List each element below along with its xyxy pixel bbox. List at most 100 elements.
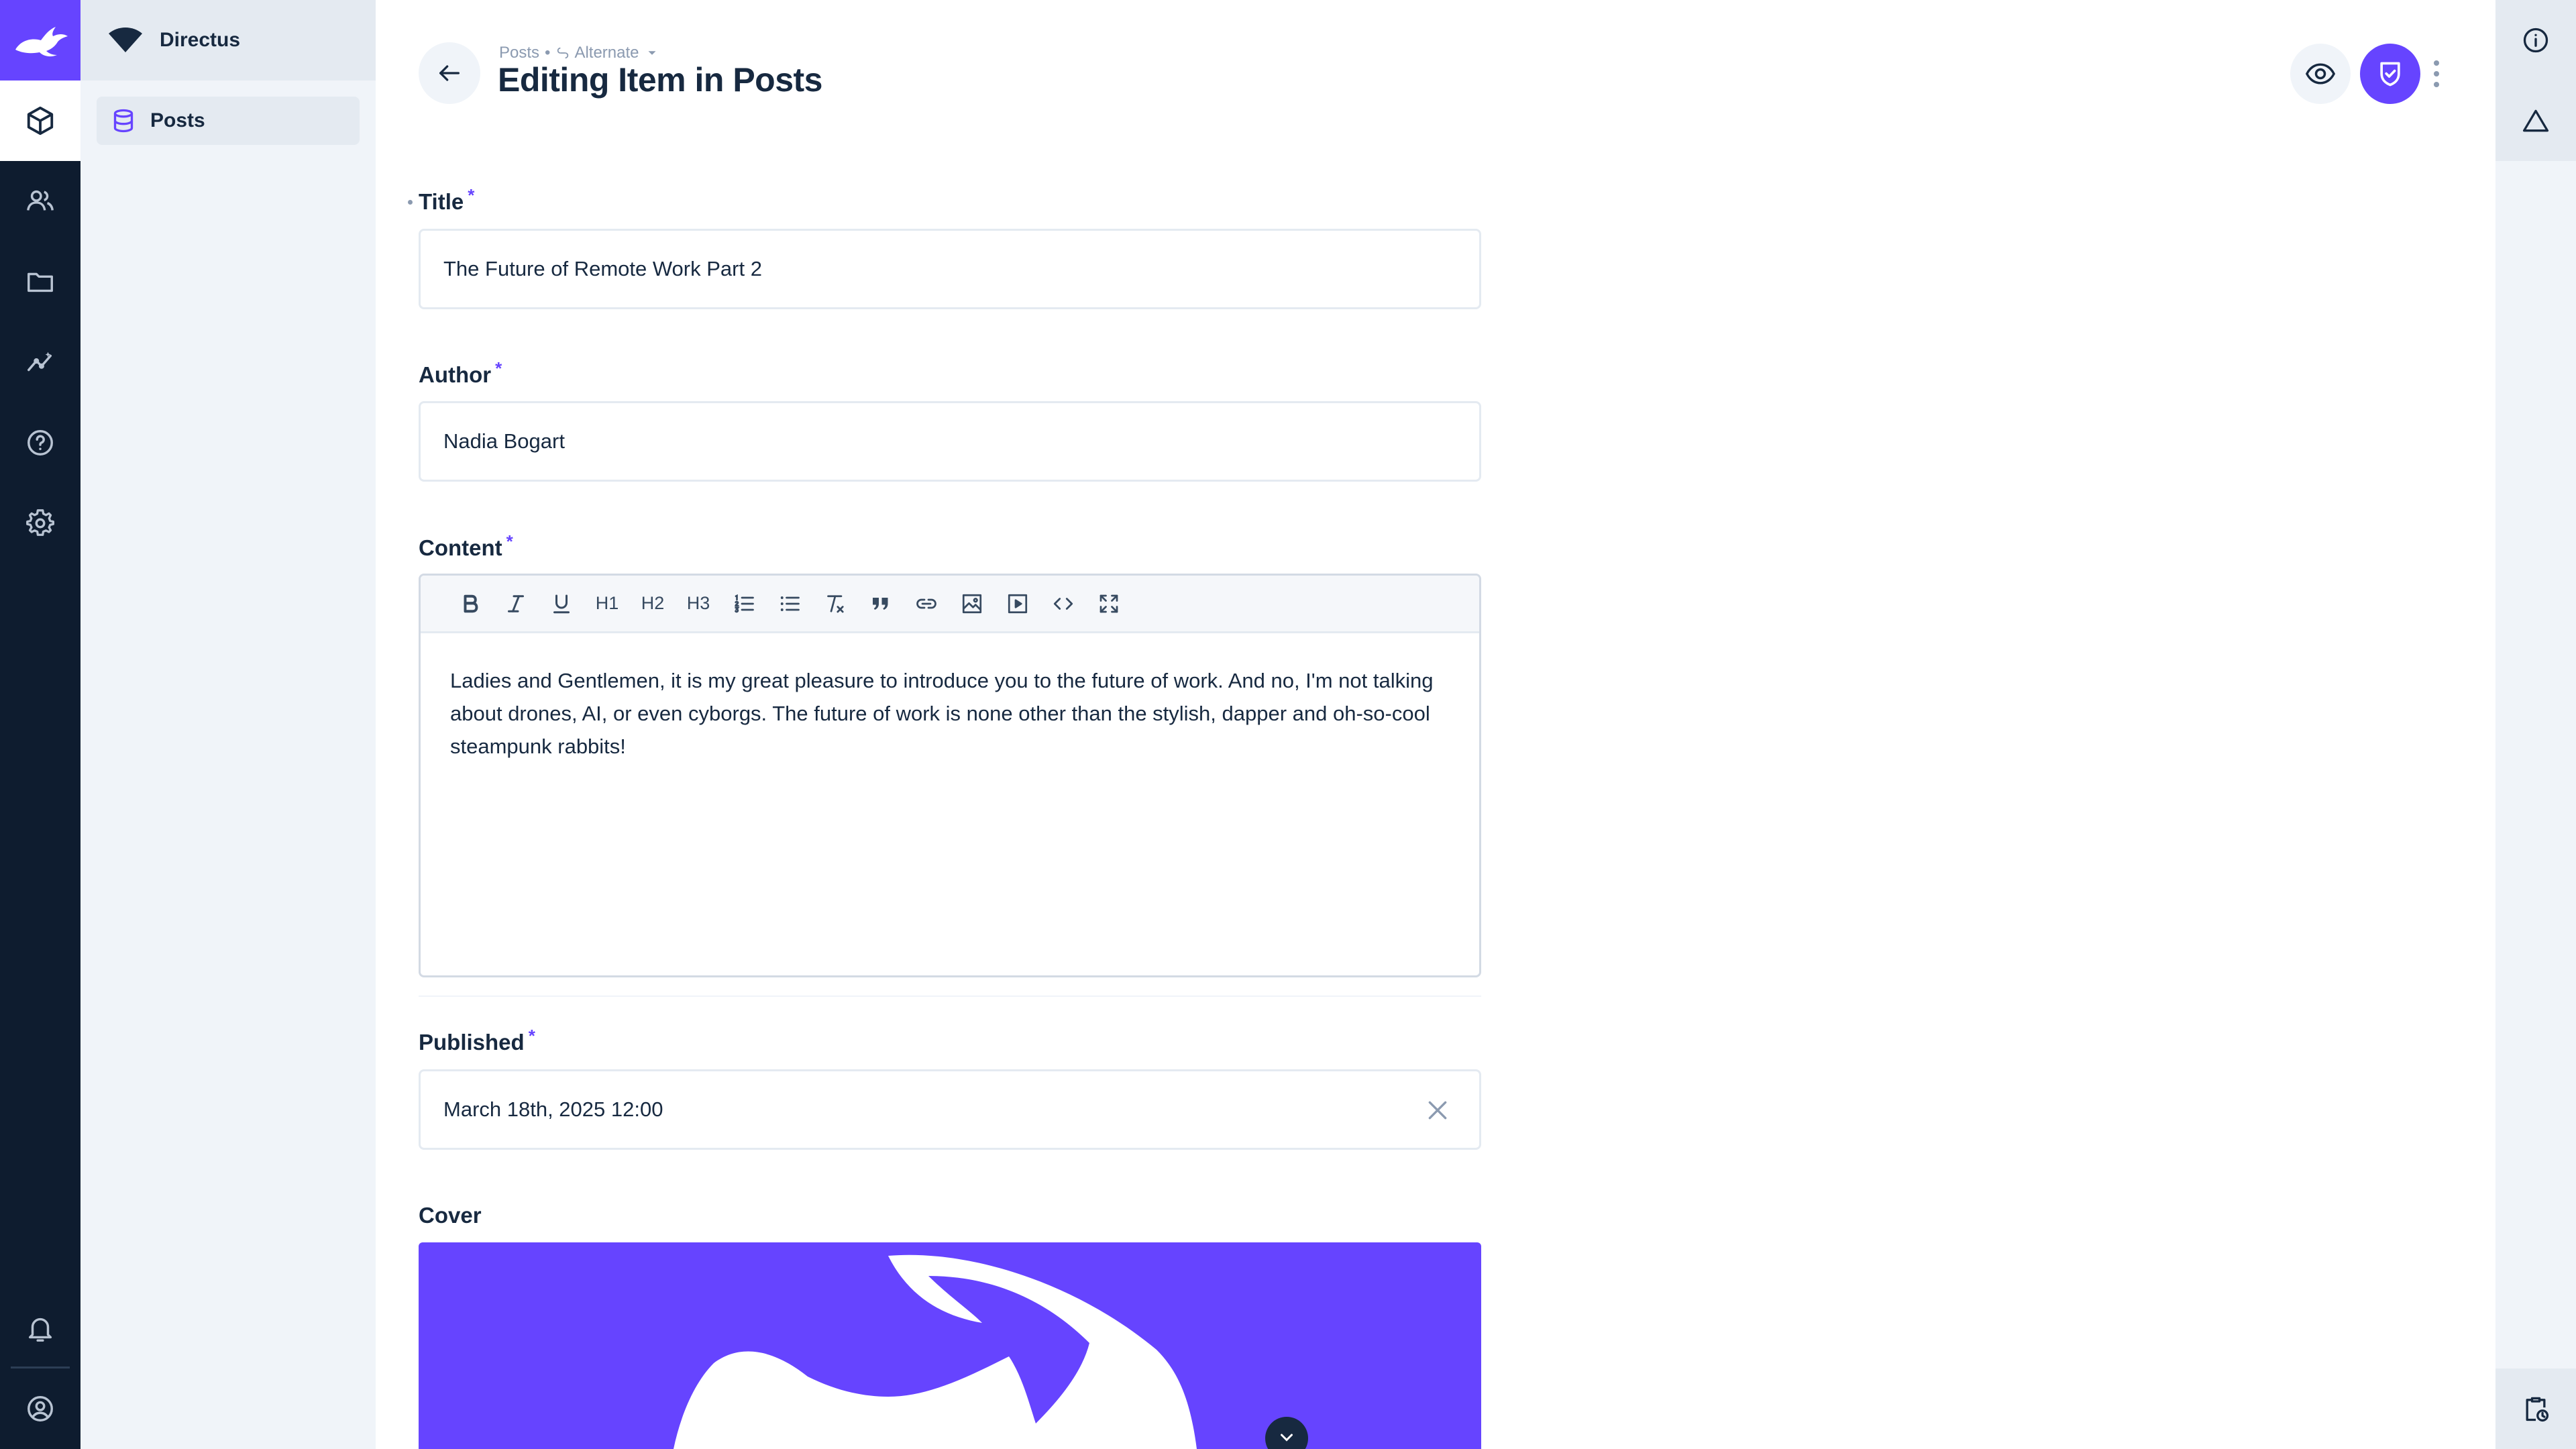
module-notifications[interactable] [0,1288,80,1368]
more-dot [2434,71,2439,76]
video-icon [1008,594,1028,613]
page-title: Editing Item in Posts [498,61,822,99]
folder-icon [28,272,53,292]
module-help[interactable] [0,402,80,483]
bell-icon [28,1318,52,1342]
activity-button[interactable] [2496,1368,2576,1449]
module-settings[interactable] [0,483,80,564]
underline-button[interactable] [539,583,584,625]
code-icon [1053,597,1073,610]
content-label: Content * [419,531,513,561]
module-users[interactable] [0,161,80,241]
edited-indicator [408,200,413,205]
navigation-pane: Directus Posts [80,0,376,1449]
title-input[interactable]: The Future of Remote Work Part 2 [419,229,1481,309]
title-input-value: The Future of Remote Work Part 2 [443,257,762,280]
shares-button[interactable] [2496,80,2576,161]
sidebar-right [2496,0,2576,1449]
breadcrumb-separator: • [545,44,551,62]
video-button[interactable] [995,583,1040,625]
project-header[interactable]: Directus [80,0,376,80]
bullet-list-button[interactable] [767,583,812,625]
module-user-menu[interactable] [0,1368,80,1449]
account-icon [28,1396,53,1421]
triangle-icon [2522,109,2549,132]
published-input[interactable]: March 18th, 2025 12:00 [419,1069,1481,1150]
link-button[interactable] [904,583,949,625]
cube-icon [27,106,54,136]
close-icon [1428,1101,1447,1120]
italic-icon [508,594,524,612]
save-button[interactable] [2360,44,2420,104]
fullscreen-icon [1099,594,1118,612]
quote-icon [873,597,888,610]
nav-item-label: Posts [150,109,205,131]
title-label-text: Title [419,189,464,214]
underline-icon [553,594,570,613]
link-icon [916,598,936,608]
bold-button[interactable] [447,583,493,625]
clear-date-button[interactable] [1423,1095,1452,1125]
sidebar-top-group [2496,0,2576,161]
bold-icon [464,594,478,612]
info-button[interactable] [2496,0,2576,80]
clipboard-clock-icon [2526,1397,2549,1422]
clear-format-icon [827,594,844,612]
required-marker: * [495,358,502,378]
module-insights[interactable] [0,322,80,402]
required-marker: * [468,185,475,205]
published-input-value: March 18th, 2025 12:00 [443,1097,663,1121]
back-button[interactable] [419,42,480,104]
info-icon [2523,28,2548,53]
content-editor-body[interactable]: Ladies and Gentlemen, it is my great ple… [450,664,1450,763]
chevron-down-icon [1281,1434,1293,1442]
author-label-text: Author [419,362,492,387]
image-button[interactable] [949,583,995,625]
arrow-left-icon [439,65,460,81]
published-label-text: Published [419,1030,525,1055]
author-input-value: Nadia Bogart [443,429,565,453]
directus-logo[interactable] [0,0,80,80]
version-menu[interactable]: Alternate [555,44,663,62]
version-icon [557,47,569,59]
content-label-text: Content [419,535,502,560]
database-icon [113,109,133,133]
image-icon [962,594,982,613]
ordered-list-button[interactable] [721,583,767,625]
insights-icon [28,352,52,372]
italic-button[interactable] [493,583,539,625]
heading-1-button[interactable]: H1 [584,583,630,625]
eye-icon [2305,63,2336,85]
more-dot [2434,82,2439,87]
clear-formatting-button[interactable] [812,583,858,625]
heading-3-button[interactable]: H3 [676,583,721,625]
rabbit-logo-icon [15,27,68,57]
editor-toolbar: H1 H2 H3 [421,576,1479,633]
wifi-icon [109,28,142,52]
breadcrumb-collection[interactable]: Posts [499,44,539,62]
nav-item-posts[interactable]: Posts [97,97,360,145]
chevron-down-icon [648,51,655,55]
cover-image[interactable] [419,1242,1481,1449]
shield-check-icon [2380,62,2400,87]
module-content[interactable] [0,80,80,161]
rabbit-illustration [674,1254,1197,1449]
fullscreen-button[interactable] [1086,583,1132,625]
required-marker: * [528,1026,535,1046]
blockquote-button[interactable] [858,583,904,625]
author-label: Author * [419,358,502,388]
gear-icon [26,509,55,536]
content-editor: H1 H2 H3 Ladies and Gentlemen, it is my … [419,574,1481,977]
help-icon [28,430,53,455]
heading-2-button[interactable]: H2 [630,583,676,625]
more-dot [2434,60,2439,66]
published-label: Published * [419,1026,535,1055]
preview-button[interactable] [2290,44,2351,104]
field-divider [419,996,1481,997]
module-files[interactable] [0,241,80,322]
code-button[interactable] [1040,583,1086,625]
author-input[interactable]: Nadia Bogart [419,401,1481,482]
required-marker: * [506,531,513,551]
more-options-button[interactable] [2427,54,2446,94]
users-icon [27,190,54,211]
